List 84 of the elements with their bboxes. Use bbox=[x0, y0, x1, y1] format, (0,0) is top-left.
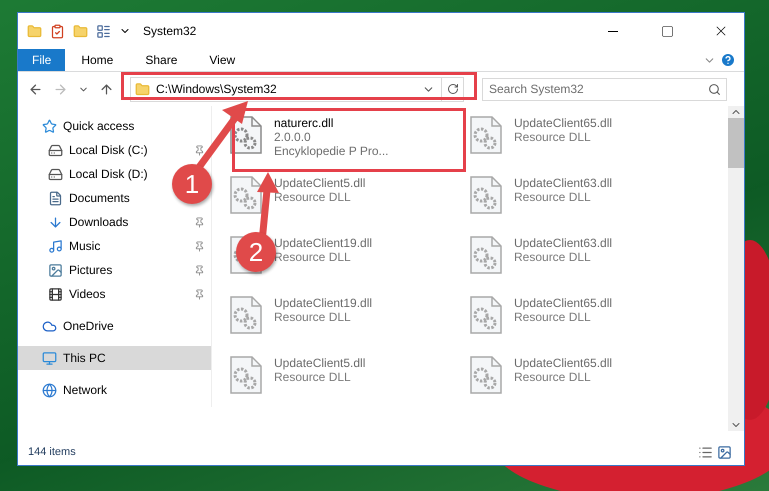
file-detail: Resource DLL bbox=[274, 250, 352, 264]
scroll-thumb[interactable] bbox=[728, 118, 744, 168]
dll-file-icon bbox=[230, 356, 262, 394]
file-detail: Resource DLL bbox=[514, 370, 592, 384]
folder-icon bbox=[135, 82, 150, 96]
file-detail: Encyklopedie P Pro... bbox=[274, 144, 389, 158]
properties-icon[interactable] bbox=[50, 24, 65, 38]
list-icon bbox=[698, 444, 713, 460]
file-detail: 2.0.0.0 bbox=[274, 130, 312, 144]
ribbon-tab[interactable]: View bbox=[193, 49, 252, 71]
dll-file-icon bbox=[470, 236, 502, 274]
item-label: Documents bbox=[69, 191, 130, 205]
file-detail: Resource DLL bbox=[514, 250, 592, 264]
item-label: Local Disk (D:) bbox=[69, 167, 148, 181]
item-label: Quick access bbox=[63, 119, 134, 133]
file-name[interactable]: UpdateClient65.dll bbox=[514, 116, 612, 130]
address-bar[interactable]: C:\Windows\System32 bbox=[130, 76, 464, 102]
item-icon bbox=[48, 214, 63, 230]
item-label: Local Disk (C:) bbox=[69, 143, 149, 157]
item-icon bbox=[42, 350, 57, 366]
ribbon-tab[interactable]: File bbox=[18, 49, 66, 71]
file-name[interactable]: UpdateClient19.dll bbox=[274, 236, 372, 250]
file-name[interactable]: UpdateClient19.dll bbox=[274, 296, 372, 310]
search-field[interactable]: Search System32 bbox=[482, 78, 727, 100]
dll-file-icon bbox=[230, 296, 262, 334]
maximize-icon bbox=[660, 24, 674, 38]
file-detail: Resource DLL bbox=[274, 310, 352, 324]
sidebar-item[interactable]: This PC bbox=[18, 346, 211, 370]
help-icon bbox=[720, 52, 736, 68]
sidebar-item[interactable]: Documents bbox=[18, 186, 136, 210]
file-name[interactable]: UpdateClient65.dll bbox=[514, 356, 612, 370]
item-icon bbox=[42, 118, 57, 134]
item-icon bbox=[48, 262, 63, 278]
file-detail: Resource DLL bbox=[274, 370, 352, 384]
scrollbar[interactable] bbox=[728, 106, 744, 431]
file-name[interactable]: UpdateClient63.dll bbox=[514, 236, 612, 250]
item-label: Videos bbox=[69, 287, 106, 301]
item-icon bbox=[42, 318, 57, 334]
file-name[interactable]: naturerc.dll bbox=[274, 116, 389, 130]
sidebar-item[interactable]: Music bbox=[18, 234, 211, 258]
file-detail: Resource DLL bbox=[514, 130, 592, 144]
window-title: System32 bbox=[143, 24, 198, 38]
file-name[interactable]: UpdateClient5.dll bbox=[274, 176, 366, 190]
dll-file-icon bbox=[230, 176, 262, 214]
sidebar-item[interactable]: Downloads bbox=[18, 210, 211, 234]
sidebar-item[interactable]: Local Disk (D:) bbox=[18, 162, 154, 186]
sidebar-item[interactable]: Pictures bbox=[18, 258, 211, 282]
refresh-icon bbox=[446, 83, 458, 95]
file-detail: Resource DLL bbox=[514, 190, 592, 204]
sidebar-item[interactable]: Local Disk (C:) bbox=[18, 138, 211, 162]
item-icon bbox=[48, 166, 63, 182]
file-name[interactable]: UpdateClient5.dll bbox=[274, 356, 366, 370]
item-count: 144 items bbox=[28, 446, 77, 458]
picture-icon bbox=[717, 444, 732, 460]
item-icon bbox=[48, 238, 63, 254]
file-detail: Resource DLL bbox=[514, 310, 592, 324]
item-label: This PC bbox=[63, 351, 107, 365]
item-label: Network bbox=[63, 383, 108, 397]
file-detail: Resource DLL bbox=[274, 190, 352, 204]
item-label: Music bbox=[69, 239, 102, 253]
item-icon bbox=[42, 382, 57, 398]
item-icon bbox=[48, 190, 63, 206]
item-icon bbox=[48, 286, 63, 302]
ribbon-tab[interactable]: Home bbox=[65, 49, 130, 71]
dll-file-icon bbox=[470, 116, 502, 154]
minimize-icon bbox=[608, 30, 618, 32]
item-label: Pictures bbox=[69, 263, 114, 277]
dll-file-icon bbox=[470, 296, 502, 334]
ribbon-tab[interactable]: Share bbox=[129, 49, 194, 71]
sidebar-item[interactable]: Videos bbox=[18, 282, 211, 306]
forward-arrow-icon bbox=[53, 82, 68, 96]
dll-file-icon bbox=[470, 176, 502, 214]
sidebar-item[interactable]: Network bbox=[18, 378, 114, 402]
item-label: OneDrive bbox=[63, 319, 114, 333]
search-icon bbox=[708, 82, 721, 96]
item-label: Downloads bbox=[69, 215, 130, 229]
item-icon bbox=[48, 142, 63, 158]
sidebar-item[interactable]: Quick access bbox=[18, 114, 140, 138]
file-name[interactable]: UpdateClient65.dll bbox=[514, 296, 612, 310]
sidebar-item[interactable]: OneDrive bbox=[18, 314, 120, 338]
dll-file-icon bbox=[470, 356, 502, 394]
file-name[interactable]: UpdateClient63.dll bbox=[514, 176, 612, 190]
view-icon[interactable] bbox=[96, 24, 111, 38]
address-path: C:\Windows\System32 bbox=[156, 82, 278, 96]
